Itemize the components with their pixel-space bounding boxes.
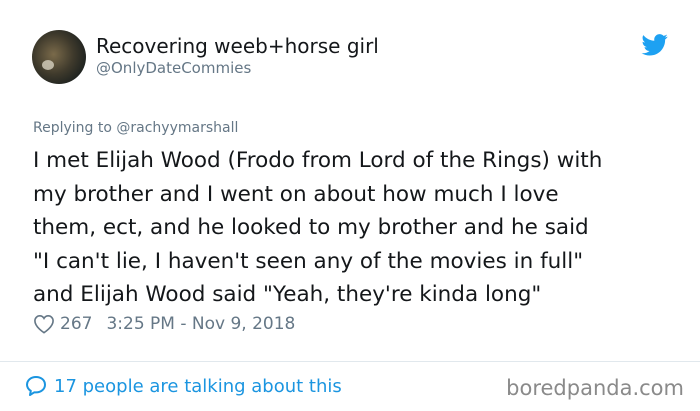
user-handle[interactable]: @OnlyDateCommies <box>96 59 251 77</box>
tweet-card: Recovering weeb+horse girl @OnlyDateComm… <box>0 0 700 411</box>
display-name[interactable]: Recovering weeb+horse girl <box>96 34 379 58</box>
tweet-text-line: "I can't lie, I haven't seen any of the … <box>33 248 584 274</box>
replying-to: Replying to @rachyymarshall <box>33 120 238 136</box>
tweet-text-line: my brother and I went on about how much … <box>33 181 559 207</box>
watermark: boredpanda.com <box>506 376 684 400</box>
tweet-text-line: I met Elijah Wood (Frodo from Lord of th… <box>33 148 603 173</box>
replying-to-handle[interactable]: @rachyymarshall <box>116 120 238 136</box>
conversation-link[interactable]: 17 people are talking about this <box>24 372 342 400</box>
tweet-text-line: and Elijah Wood said "Yeah, they're kind… <box>33 282 542 307</box>
tweet-text-line: them, ect, and he looked to my brother a… <box>33 215 589 240</box>
timestamp[interactable]: 3:25 PM - Nov 9, 2018 <box>106 314 295 334</box>
talking-count-link[interactable]: 17 people are talking about this <box>54 376 342 397</box>
replying-prefix: Replying to <box>33 120 112 136</box>
avatar-detail <box>42 60 54 70</box>
tweet-meta: 267 3:25 PM - Nov 9, 2018 <box>33 312 295 336</box>
like-count[interactable]: 267 <box>60 314 92 334</box>
divider <box>0 361 700 362</box>
avatar[interactable] <box>32 30 86 84</box>
heart-outline-icon[interactable] <box>33 314 55 334</box>
speech-bubble-icon <box>26 376 46 396</box>
tweet-text: I met Elijah Wood (Frodo from Lord of th… <box>33 144 673 312</box>
twitter-bird-icon[interactable] <box>641 34 669 56</box>
